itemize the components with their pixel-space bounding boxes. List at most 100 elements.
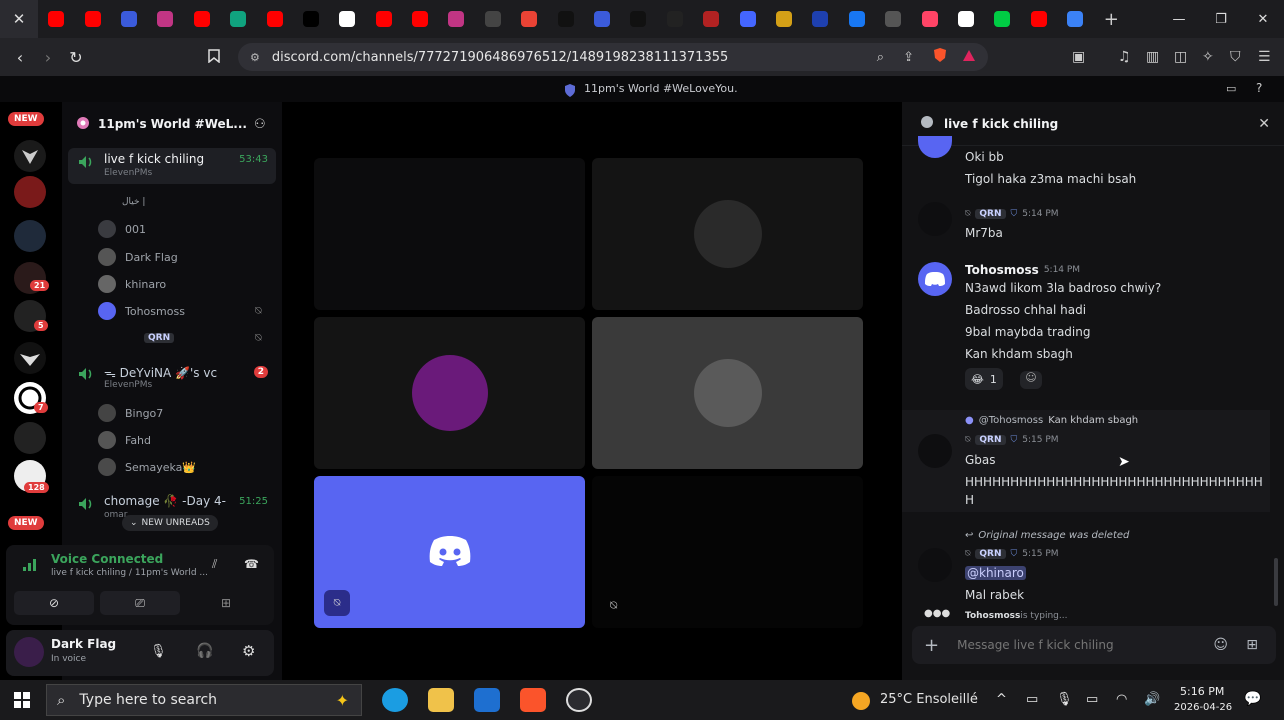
chevron-down-icon[interactable]: ⌄ xyxy=(226,118,235,131)
browser-tab[interactable] xyxy=(693,0,729,38)
sidebar-icon[interactable]: ▥ xyxy=(1146,49,1159,65)
voice-status[interactable]: Voice Connected xyxy=(51,552,163,566)
browser-tab[interactable] xyxy=(875,0,911,38)
voice-member[interactable]: خيال | xyxy=(122,192,145,212)
reaction-chip[interactable]: 😂 1 xyxy=(965,368,1003,390)
message-input[interactable] xyxy=(957,638,1198,652)
voice-member[interactable]: 001 xyxy=(98,219,146,239)
invite-icon[interactable]: ⚇ xyxy=(254,117,266,132)
noise-suppression-icon[interactable]: ⫽ xyxy=(212,557,217,572)
forward-icon[interactable]: › xyxy=(34,48,62,67)
meet-icon[interactable]: ▭ xyxy=(1026,692,1038,707)
screen-share-button[interactable]: ⎚ xyxy=(100,591,180,615)
settings-gear-icon[interactable]: ⚙ xyxy=(242,642,255,660)
voice-member[interactable]: Dark Flag xyxy=(98,247,178,267)
voice-channel-live-f-kick[interactable]: live f kick chiling ElevenPMs 53:43 xyxy=(68,148,276,184)
browser-tab[interactable] xyxy=(657,0,693,38)
close-tab-icon[interactable]: ✕ xyxy=(0,0,38,38)
browser-tab[interactable] xyxy=(511,0,547,38)
add-reaction-icon[interactable]: ☺ xyxy=(1020,371,1042,389)
share-icon[interactable]: ⇪ xyxy=(903,50,914,65)
taskbar-search[interactable]: ⌕ Type here to search ✦ xyxy=(46,684,362,716)
browser-tab[interactable] xyxy=(547,0,583,38)
mic-tray-icon[interactable]: 🎙 xyxy=(1056,692,1073,707)
browser-tab[interactable] xyxy=(438,0,474,38)
inbox-icon[interactable]: ▭ xyxy=(1226,82,1236,95)
help-icon[interactable]: ? xyxy=(1256,81,1262,95)
restore-icon[interactable]: ❐ xyxy=(1200,12,1242,27)
browser-tab[interactable] xyxy=(802,0,838,38)
browser-tab[interactable] xyxy=(256,0,292,38)
clock-time[interactable]: 5:16 PM xyxy=(1180,685,1224,698)
new-pill-bottom[interactable]: NEW xyxy=(8,516,44,530)
browser-tab[interactable] xyxy=(147,0,183,38)
edge-icon[interactable] xyxy=(382,688,408,712)
browser-tab[interactable] xyxy=(184,0,220,38)
voice-member[interactable]: Semayeka👑 xyxy=(98,457,196,477)
participant-tile[interactable] xyxy=(314,158,585,310)
headphones-icon[interactable]: 🎧 xyxy=(196,643,213,659)
apps-icon[interactable]: ⊞ xyxy=(1246,637,1258,653)
tray-expand-icon[interactable]: ^ xyxy=(996,692,1007,707)
author-avatar[interactable] xyxy=(918,136,952,158)
browser-tab[interactable] xyxy=(74,0,110,38)
weather-text[interactable]: 25°C Ensoleillé xyxy=(880,692,978,707)
participant-tile-discord[interactable]: ⍉ xyxy=(314,476,585,628)
server-icon[interactable] xyxy=(14,342,46,374)
participant-tile[interactable] xyxy=(592,317,863,469)
site-settings-icon[interactable]: ⚙ xyxy=(250,51,260,64)
brave-shield-icon[interactable] xyxy=(932,47,948,67)
brave-icon[interactable] xyxy=(520,688,546,712)
chat-scrollbar[interactable] xyxy=(1274,558,1278,606)
author-avatar[interactable] xyxy=(918,434,952,468)
server-icon[interactable] xyxy=(14,140,46,172)
back-icon[interactable]: ‹ xyxy=(6,48,34,67)
add-attachment-icon[interactable]: + xyxy=(924,635,939,656)
browser-tab[interactable] xyxy=(584,0,620,38)
new-unreads-pill[interactable]: ⌄ NEW UNREADS xyxy=(122,515,218,531)
file-explorer-icon[interactable] xyxy=(428,688,454,712)
tab-search-icon[interactable]: ▣ xyxy=(1072,49,1085,65)
disconnect-icon[interactable]: ☎ xyxy=(244,557,259,571)
new-pill-top[interactable]: NEW xyxy=(8,112,44,126)
browser-tab[interactable] xyxy=(911,0,947,38)
minimize-icon[interactable]: — xyxy=(1158,12,1200,27)
voice-member[interactable]: QRN xyxy=(128,328,175,348)
obs-icon[interactable] xyxy=(566,688,592,712)
wallet-icon[interactable]: ◫ xyxy=(1174,49,1187,65)
voice-member[interactable]: Bingo7 xyxy=(98,403,163,423)
server-icon[interactable] xyxy=(14,220,46,252)
browser-tab[interactable] xyxy=(1057,0,1093,38)
browser-tab[interactable] xyxy=(220,0,256,38)
notification-icon[interactable]: 💬 xyxy=(1244,691,1261,707)
url-bar[interactable]: ⚙ discord.com/channels/77727190648697651… xyxy=(238,43,988,71)
participant-tile[interactable] xyxy=(314,317,585,469)
close-window-icon[interactable]: ✕ xyxy=(1242,12,1284,27)
leo-ai-icon[interactable]: ✧ xyxy=(1202,49,1214,65)
browser-tab[interactable] xyxy=(366,0,402,38)
browser-tab[interactable] xyxy=(475,0,511,38)
browser-tab[interactable] xyxy=(293,0,329,38)
camera-off-button[interactable]: ⊘ xyxy=(14,591,94,615)
browser-tab[interactable] xyxy=(402,0,438,38)
voice-member[interactable]: Tohosmoss xyxy=(98,301,185,321)
reload-icon[interactable]: ↻ xyxy=(62,48,90,67)
brave-rewards-icon[interactable] xyxy=(962,48,976,67)
reply-preview[interactable]: ● @Tohosmoss Kan khdam sbagh xyxy=(965,415,1138,426)
participant-tile[interactable] xyxy=(592,476,863,628)
battery-icon[interactable]: ▭ xyxy=(1086,692,1098,707)
outlook-icon[interactable] xyxy=(474,688,500,712)
user-avatar[interactable] xyxy=(14,637,44,667)
close-icon[interactable]: ✕ xyxy=(1258,116,1270,132)
author-avatar[interactable] xyxy=(918,548,952,582)
qrn-tag[interactable]: QRN xyxy=(975,549,1006,559)
qrn-tag[interactable]: QRN xyxy=(975,435,1006,445)
author-avatar[interactable] xyxy=(918,202,952,236)
activities-button[interactable]: ⊞ xyxy=(186,591,266,615)
browser-tab[interactable] xyxy=(111,0,147,38)
browser-tab[interactable] xyxy=(1021,0,1057,38)
browser-tab[interactable] xyxy=(948,0,984,38)
wifi-icon[interactable]: ◠ xyxy=(1116,692,1127,707)
microphone-icon[interactable]: 🎙 xyxy=(150,644,167,659)
menu-icon[interactable]: ☰ xyxy=(1258,49,1271,65)
